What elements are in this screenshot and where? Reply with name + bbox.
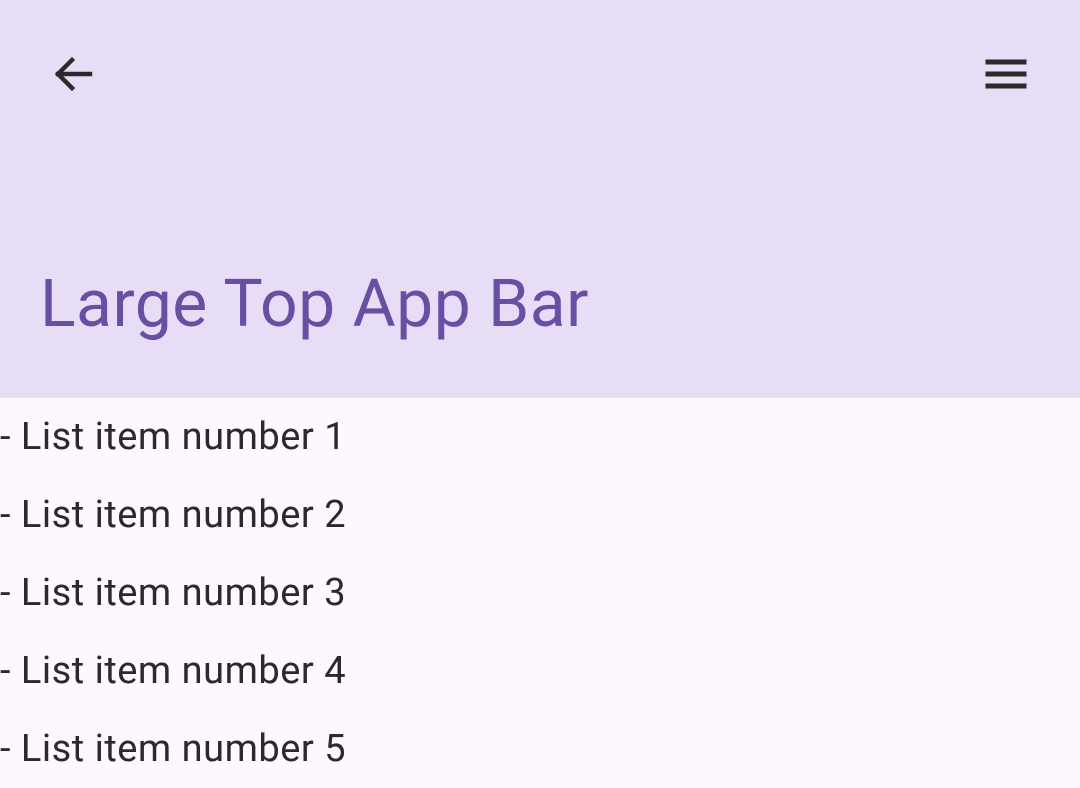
arrow-back-icon [50,50,98,98]
app-bar-title: Large Top App Bar [40,266,589,343]
title-section: Large Top App Bar [0,98,1080,398]
content-area: - List item number 1 - List item number … [0,398,1080,788]
list-item: - List item number 1 [0,398,1080,476]
menu-button[interactable] [982,50,1030,98]
menu-icon [982,50,1030,98]
list-item: - List item number 3 [0,554,1080,632]
app-bar-top-row [0,0,1080,98]
list-item: - List item number 4 [0,632,1080,710]
list-item: - List item number 5 [0,710,1080,788]
large-top-app-bar: Large Top App Bar [0,0,1080,398]
back-button[interactable] [50,50,98,98]
list-item: - List item number 2 [0,476,1080,554]
